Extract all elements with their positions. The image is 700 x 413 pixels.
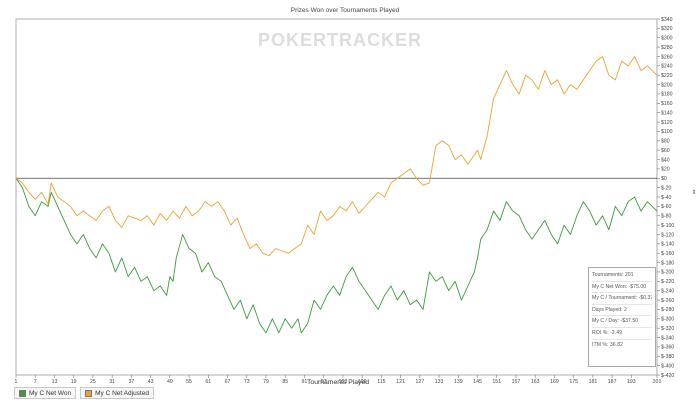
y-tick-label: $-320 <box>661 326 674 332</box>
legend-label-net-adjusted: My C Net Adjusted <box>95 389 149 397</box>
y-tick-label: $-240 <box>661 288 674 294</box>
y-tick-label: $-420 <box>661 373 674 379</box>
x-tick-label: 181 <box>589 379 598 385</box>
x-axis-label: Tournaments Played <box>307 379 369 386</box>
x-tick-label: 133 <box>435 379 444 385</box>
y-tick-label: $240 <box>661 64 673 70</box>
y-tick-label: $-60 <box>661 204 671 210</box>
y-tick-label: $280 <box>661 45 673 51</box>
x-tick-label: 31 <box>109 379 115 385</box>
legend-label-net-won: My C Net Won <box>29 389 72 397</box>
x-tick-label: 127 <box>416 379 425 385</box>
y-tick-label: $100 <box>661 129 673 135</box>
chart-container: Prizes Won over Tournaments Played POKER… <box>0 0 700 408</box>
legend-item-net-won[interactable]: My C Net Won <box>14 387 77 399</box>
y-tick-label: $20 <box>661 167 670 173</box>
y-axis: $340 $320 $300 $280 $260 $240 $220 $200 $180 $160… <box>657 17 674 379</box>
y-tick-label: $-400 <box>661 363 674 369</box>
x-tick-label: 145 <box>473 379 482 385</box>
chart-title: Prizes Won over Tournaments Played <box>291 7 400 14</box>
y-tick-label: $220 <box>661 73 673 79</box>
x-tick-label: 61 <box>205 379 211 385</box>
x-tick-label: 1 <box>15 379 18 385</box>
x-tick-label: 201 <box>653 379 662 385</box>
y-tick-label: $200 <box>661 82 673 88</box>
y-tick-label: $-20 <box>661 185 671 191</box>
y-tick-label: $340 <box>661 17 673 23</box>
y-tick-label: $120 <box>661 120 673 126</box>
x-tick-label: 115 <box>377 379 385 385</box>
stat-tournaments: Tournaments: 201 <box>592 270 652 282</box>
x-tick-label: 49 <box>167 379 173 385</box>
y-tick-label: $0 <box>661 176 667 182</box>
y-tick-label: $-80 <box>661 214 671 220</box>
y-tick-label: $320 <box>661 26 673 32</box>
y-tick-label: $-360 <box>661 345 674 351</box>
y-tick-label: $-220 <box>661 279 674 285</box>
x-tick-label: 157 <box>512 379 521 385</box>
y-tick-label: $40 <box>661 157 670 163</box>
stat-net-won: My C Net Won: -$75.00 <box>592 282 652 294</box>
y-tick-label: $160 <box>661 101 673 107</box>
stats-box: Tournaments: 201 My C Net Won: -$75.00 M… <box>588 267 656 367</box>
x-tick-label: 163 <box>531 379 540 385</box>
y-tick-label: $-200 <box>661 270 674 276</box>
x-tick-label: 25 <box>90 379 96 385</box>
watermark-logo: POKERTRACKER <box>258 30 422 50</box>
y-tick-label: $140 <box>661 110 673 116</box>
stat-itm: ITM %: 36.82 <box>592 341 623 348</box>
y-tick-label: $180 <box>661 92 673 98</box>
legend-swatch-orange <box>85 389 93 397</box>
x-tick-label: 37 <box>128 379 134 385</box>
x-tick-label: 193 <box>627 379 636 385</box>
series-line-net-adjusted <box>15 56 658 257</box>
y-tick-label: $-180 <box>661 260 674 266</box>
legend-swatch-green <box>19 389 26 397</box>
series-line-net-won <box>15 178 658 334</box>
y-axis-scroll-marker: ⇕ <box>691 189 696 196</box>
x-tick-label: 7 <box>34 379 37 385</box>
x-tick-label: 187 <box>608 379 617 385</box>
y-tick-label: $-340 <box>661 335 674 341</box>
y-tick-label: $-260 <box>661 298 674 304</box>
x-tick-label: 79 <box>263 379 269 385</box>
y-tick-label: $260 <box>661 54 673 60</box>
y-tick-label: $-280 <box>661 307 674 313</box>
x-tick-label: 13 <box>52 379 58 385</box>
legend: My C Net Won My C Net Adjusted <box>14 387 154 399</box>
y-tick-label: $-100 <box>661 223 674 229</box>
stat-days-played: Days Played: 2 <box>592 305 652 317</box>
y-tick-label: $-380 <box>661 354 674 360</box>
x-tick-label: 175 <box>569 379 578 385</box>
y-tick-label: $-120 <box>661 232 674 238</box>
stat-per-day: My C / Day: -$37.50 <box>592 316 652 328</box>
y-tick-label: $80 <box>661 139 670 145</box>
x-tick-label: 121 <box>396 379 405 385</box>
stat-per-tournament: My C / Tournament: -$0.37 <box>592 293 652 305</box>
x-tick-label: 67 <box>225 379 231 385</box>
x-tick-label: 139 <box>454 379 463 385</box>
x-tick-label: 19 <box>71 379 77 385</box>
x-tick-label: 169 <box>550 379 559 385</box>
x-tick-label: 73 <box>244 379 250 385</box>
x-tick-label: 55 <box>186 379 192 385</box>
y-tick-label: $-300 <box>661 317 674 323</box>
y-tick-label: $-140 <box>661 242 674 248</box>
x-tick-label: 43 <box>148 379 154 385</box>
plot-frame <box>15 18 658 376</box>
series-group <box>15 56 658 334</box>
y-tick-label: $60 <box>661 148 670 154</box>
stat-roi: ROI %: -2.49 <box>592 328 652 340</box>
y-tick-label: $-160 <box>661 251 674 257</box>
y-tick-label: $300 <box>661 36 673 42</box>
y-tick-label: $-40 <box>661 195 671 201</box>
x-tick-label: 151 <box>492 379 501 385</box>
legend-item-net-adjusted[interactable]: My C Net Adjusted <box>80 387 154 399</box>
x-tick-label: 85 <box>282 379 288 385</box>
